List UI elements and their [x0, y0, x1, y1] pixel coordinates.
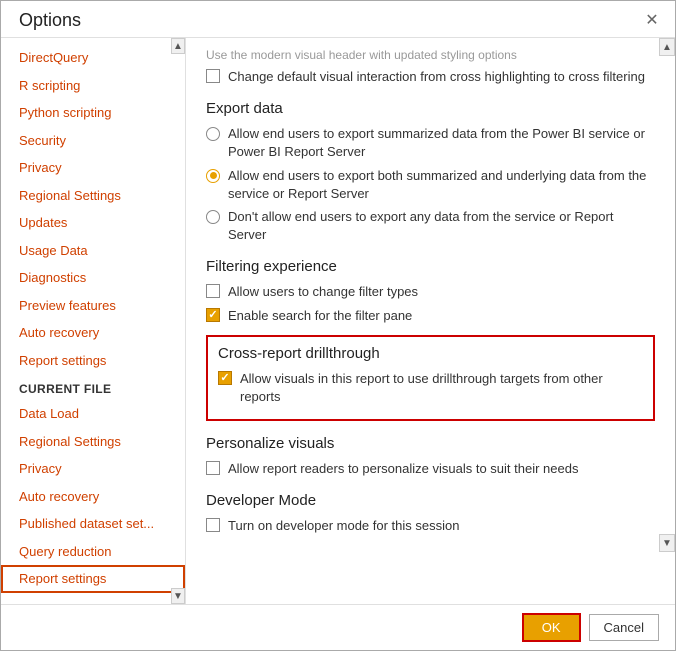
personalize-section-title: Personalize visuals	[206, 435, 655, 452]
export-option-2-text: Allow end users to export both summarize…	[228, 167, 655, 203]
cross-filter-text: Change default visual interaction from c…	[228, 68, 645, 86]
sidebar-item-previewfeatures[interactable]: Preview features	[1, 292, 185, 320]
main-scroll-area: Use the modern visual header with update…	[186, 38, 675, 604]
title-bar: Options ✕	[1, 1, 675, 38]
cross-report-text: Allow visuals in this report to use dril…	[240, 370, 643, 406]
sidebar-item-rscripting[interactable]: R scripting	[1, 72, 185, 100]
cross-report-option: Allow visuals in this report to use dril…	[218, 370, 643, 406]
export-option-3: Don't allow end users to export any data…	[206, 208, 655, 244]
sidebar-item-diagnostics[interactable]: Diagnostics	[1, 264, 185, 292]
cross-report-checkbox[interactable]	[218, 371, 232, 385]
filtering-section-title: Filtering experience	[206, 258, 655, 275]
sidebar-item-regionalsettings[interactable]: Regional Settings	[1, 182, 185, 210]
cross-report-title: Cross-report drillthrough	[218, 345, 643, 362]
export-radio-3[interactable]	[206, 210, 220, 224]
sidebar-item-security[interactable]: Security	[1, 127, 185, 155]
sidebar-item-privacy-cf[interactable]: Privacy	[1, 455, 185, 483]
close-button[interactable]: ✕	[641, 9, 663, 31]
filter-option-2-text: Enable search for the filter pane	[228, 307, 412, 325]
sidebar-item-usagedata[interactable]: Usage Data	[1, 237, 185, 265]
developer-text: Turn on developer mode for this session	[228, 517, 459, 535]
sidebar-item-reportsettings-global[interactable]: Report settings	[1, 347, 185, 375]
sidebar-item-reportsettings[interactable]: Report settings	[1, 565, 185, 593]
cross-filter-checkbox[interactable]	[206, 69, 220, 83]
ok-button[interactable]: OK	[522, 613, 581, 642]
sidebar: ▲ DirectQuery R scripting Python scripti…	[1, 38, 186, 604]
main-scroll-down[interactable]: ▼	[659, 534, 675, 552]
filter-option-1: Allow users to change filter types	[206, 283, 655, 301]
sidebar-item-privacy[interactable]: Privacy	[1, 154, 185, 182]
export-radio-1[interactable]	[206, 127, 220, 141]
sidebar-item-updates[interactable]: Updates	[1, 209, 185, 237]
personalize-checkbox[interactable]	[206, 461, 220, 475]
export-option-3-text: Don't allow end users to export any data…	[228, 208, 655, 244]
faded-top-text: Use the modern visual header with update…	[206, 48, 655, 62]
sidebar-item-pythonscripting[interactable]: Python scripting	[1, 99, 185, 127]
sidebar-scroll-up[interactable]: ▲	[171, 38, 185, 54]
options-dialog: Options ✕ ▲ DirectQuery R scripting Pyth…	[0, 0, 676, 651]
filter-checkbox-2[interactable]	[206, 308, 220, 322]
filter-option-1-text: Allow users to change filter types	[228, 283, 418, 301]
dialog-footer: OK Cancel	[1, 604, 675, 650]
sidebar-scroll-area: DirectQuery R scripting Python scripting…	[1, 38, 185, 604]
developer-section-title: Developer Mode	[206, 492, 655, 509]
personalize-text: Allow report readers to personalize visu…	[228, 460, 578, 478]
sidebar-item-autorecovery-cf[interactable]: Auto recovery	[1, 483, 185, 511]
main-content: ▲ Use the modern visual header with upda…	[186, 38, 675, 604]
developer-option: Turn on developer mode for this session	[206, 517, 655, 535]
filter-option-2: Enable search for the filter pane	[206, 307, 655, 325]
export-radio-2[interactable]	[206, 169, 220, 183]
sidebar-item-publisheddataset[interactable]: Published dataset set...	[1, 510, 185, 538]
dialog-body: ▲ DirectQuery R scripting Python scripti…	[1, 38, 675, 604]
cross-filter-option: Change default visual interaction from c…	[206, 68, 655, 86]
export-option-2: Allow end users to export both summarize…	[206, 167, 655, 203]
sidebar-item-autorecovery[interactable]: Auto recovery	[1, 319, 185, 347]
personalize-option: Allow report readers to personalize visu…	[206, 460, 655, 478]
sidebar-scroll-down[interactable]: ▼	[171, 588, 185, 604]
filter-checkbox-1[interactable]	[206, 284, 220, 298]
sidebar-item-queryreduction[interactable]: Query reduction	[1, 538, 185, 566]
main-scroll-up[interactable]: ▲	[659, 38, 675, 56]
developer-checkbox[interactable]	[206, 518, 220, 532]
sidebar-item-regionalsettings-cf[interactable]: Regional Settings	[1, 428, 185, 456]
export-data-section-title: Export data	[206, 100, 655, 117]
dialog-title: Options	[19, 10, 81, 31]
export-option-1: Allow end users to export summarized dat…	[206, 125, 655, 161]
current-file-header: CURRENT FILE	[1, 374, 185, 400]
cancel-button[interactable]: Cancel	[589, 614, 659, 641]
export-option-1-text: Allow end users to export summarized dat…	[228, 125, 655, 161]
sidebar-item-dataload[interactable]: Data Load	[1, 400, 185, 428]
cross-report-box: Cross-report drillthrough Allow visuals …	[206, 335, 655, 421]
sidebar-item-directquery[interactable]: DirectQuery	[1, 44, 185, 72]
